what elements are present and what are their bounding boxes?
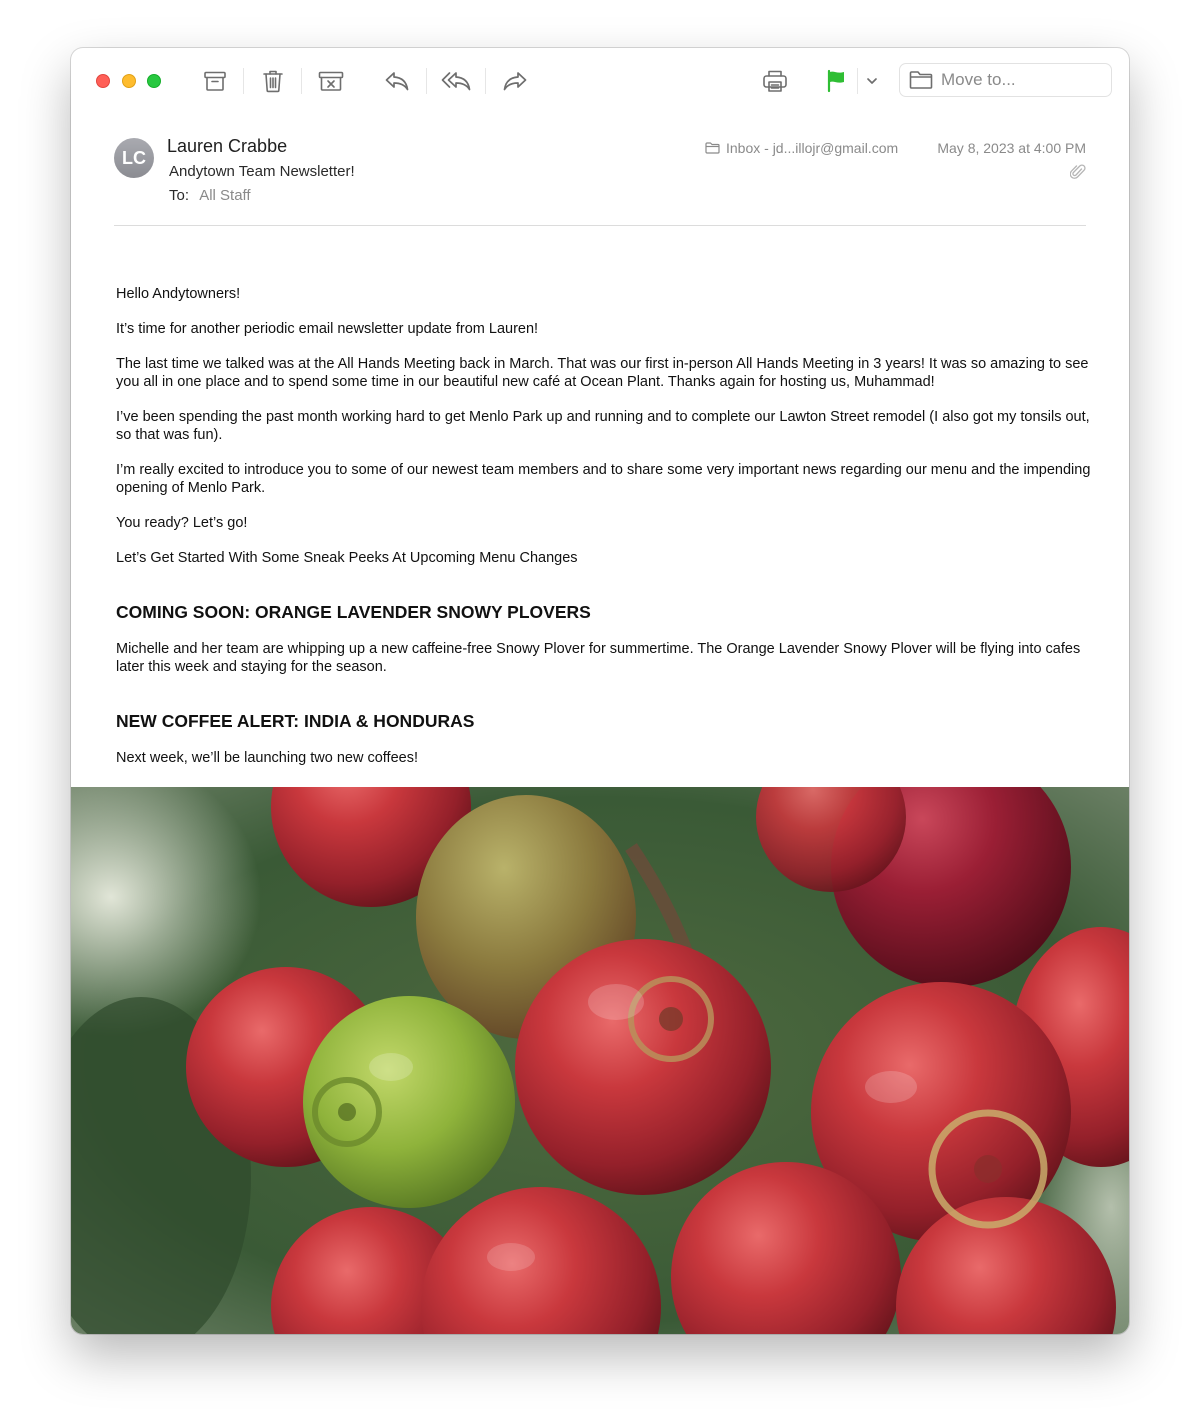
print-button[interactable] (758, 65, 792, 97)
header-divider (114, 225, 1086, 226)
flag-menu-button[interactable] (860, 65, 884, 97)
body-paragraph: I’m really excited to introduce you to s… (116, 462, 1091, 496)
chevron-down-icon (867, 78, 877, 84)
flag-icon (827, 69, 844, 93)
archive-icon (204, 71, 226, 91)
body-paragraph: Next week, we’ll be launching two new co… (116, 750, 418, 766)
close-window-button[interactable] (96, 74, 110, 88)
delete-button[interactable] (256, 65, 290, 97)
flag-button[interactable] (819, 65, 853, 97)
body-paragraph: I’ve been spending the past month workin… (116, 409, 1090, 443)
body-paragraph: The last time we talked was at the All H… (116, 356, 1089, 390)
greeting: Hello Andytowners! (116, 286, 241, 302)
print-icon (763, 70, 787, 92)
zoom-window-button[interactable] (147, 74, 161, 88)
folder-icon (909, 71, 933, 89)
minimize-window-button[interactable] (122, 74, 136, 88)
move-to-button[interactable]: Move to... (899, 63, 1112, 97)
message-date: May 8, 2023 at 4:00 PM (937, 140, 1086, 156)
recipients-row: To: All Staff (169, 187, 251, 204)
mail-window: Move to... LC Lauren Crabbe Andytown Tea… (71, 48, 1129, 1334)
reply-icon (385, 72, 409, 91)
sender-name[interactable]: Lauren Crabbe (167, 136, 287, 157)
archive-button[interactable] (198, 65, 232, 97)
body-paragraph: It’s time for another periodic email new… (116, 321, 539, 337)
mailbox-location: Inbox - jd...illojr@gmail.com (705, 140, 898, 156)
body-paragraph: You ready? Let’s go! (116, 515, 248, 531)
forward-button[interactable] (498, 65, 532, 97)
body-paragraph: Michelle and her team are whipping up a … (116, 641, 1081, 675)
to-label: To: (169, 187, 190, 204)
reply-button[interactable] (380, 65, 414, 97)
section-heading: COMING SOON: ORANGE LAVENDER SNOWY PLOVE… (116, 602, 591, 622)
to-recipient[interactable]: All Staff (199, 187, 250, 204)
paperclip-icon[interactable] (1070, 163, 1086, 181)
coffee-cherries-photo (71, 787, 1129, 1334)
junk-button[interactable] (314, 65, 348, 97)
reply-all-button[interactable] (439, 65, 473, 97)
toolbar: Move to... (71, 48, 1129, 114)
avatar: LC (114, 138, 154, 178)
message-subject: Andytown Team Newsletter! (169, 163, 355, 180)
body-paragraph: Let’s Get Started With Some Sneak Peeks … (116, 550, 578, 566)
forward-icon (503, 72, 527, 91)
junk-icon (318, 71, 344, 91)
mailbox-label: Inbox - jd...illojr@gmail.com (726, 140, 899, 156)
trash-icon (263, 70, 283, 93)
message-body: Hello Andytowners! It’s time for another… (116, 285, 1096, 784)
section-heading: NEW COFFEE ALERT: INDIA & HONDURAS (116, 711, 475, 731)
reply-all-icon (441, 72, 471, 91)
move-to-label: Move to... (941, 70, 1016, 89)
mailbox-folder-icon (705, 142, 720, 154)
